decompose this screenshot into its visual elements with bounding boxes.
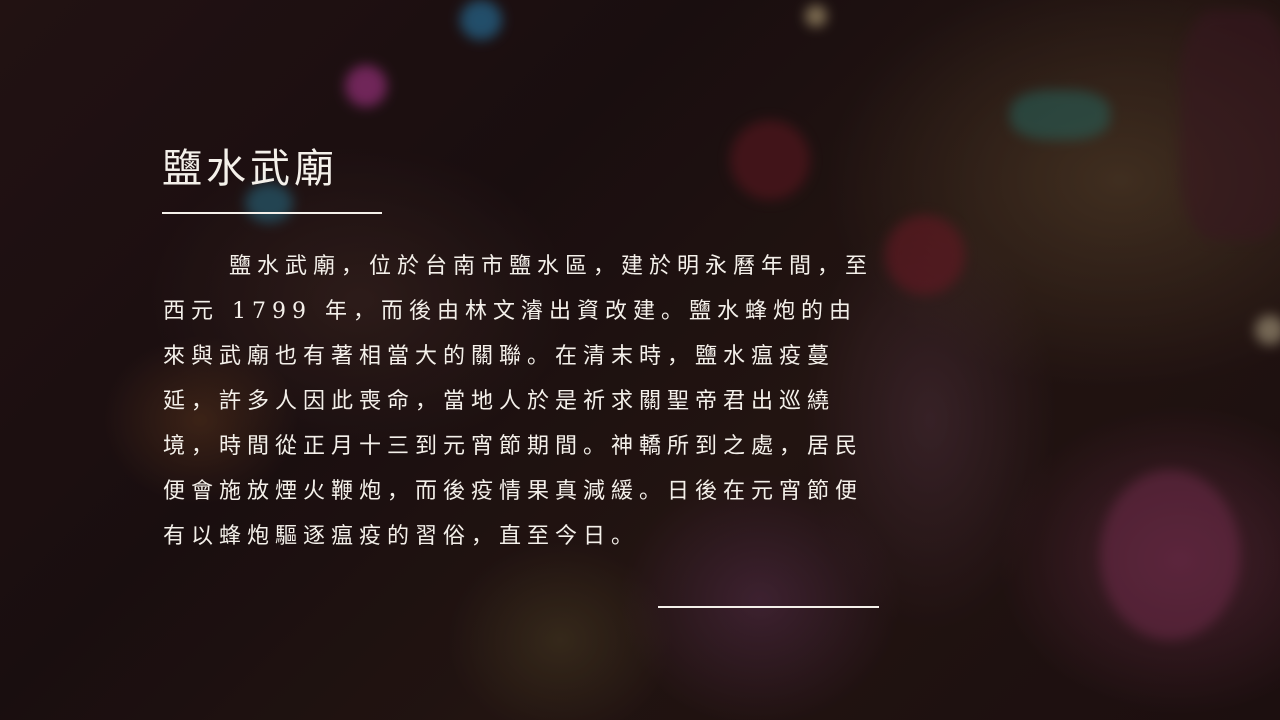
bottom-divider: [658, 606, 879, 608]
title-underline: [162, 212, 382, 214]
body-paragraph: 鹽水武廟，位於台南市鹽水區，建於明永曆年間，至西元 1799 年，而後由林文濬出…: [163, 254, 874, 549]
slide: 鹽水武廟 鹽水武廟，位於台南市鹽水區，建於明永曆年間，至西元 1799 年，而後…: [0, 0, 1280, 720]
slide-title: 鹽水武廟: [162, 146, 338, 192]
